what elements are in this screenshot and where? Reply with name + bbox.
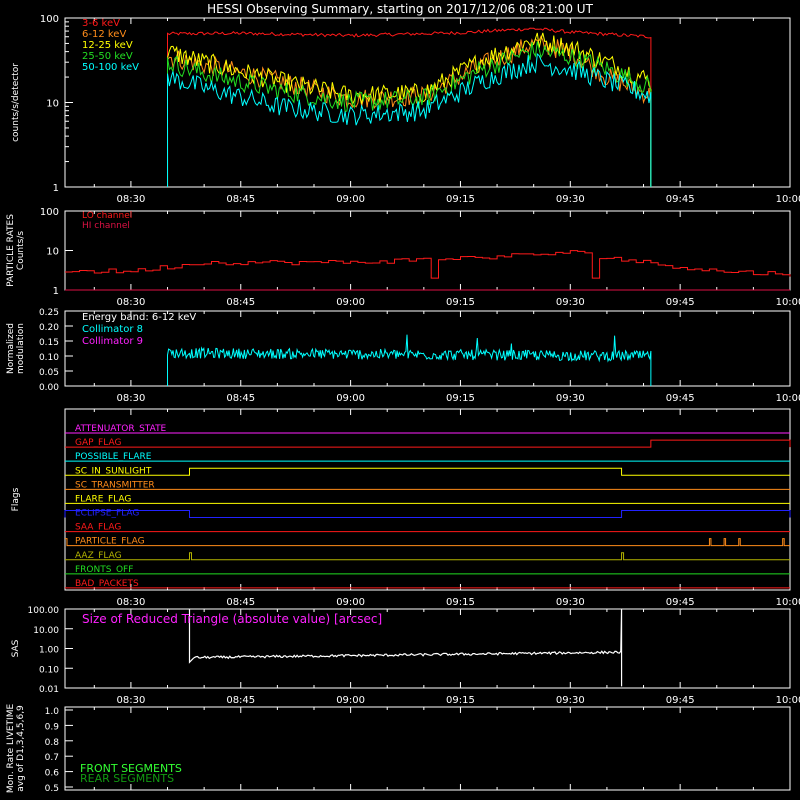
x-tick-label: 08:45 xyxy=(226,597,255,608)
x-tick-label: 09:15 xyxy=(446,695,475,706)
x-tick-label: 10:00 xyxy=(776,597,800,608)
y-tick-label: 0.9 xyxy=(45,722,60,732)
panel-6-y-label: Mon. Rate LIVETIME xyxy=(6,704,16,794)
flag-label: FRONTS_OFF xyxy=(75,565,133,575)
flag-label: POSSIBLE_FLARE xyxy=(75,452,152,462)
flag-label: FLARE_FLAG xyxy=(75,494,131,504)
panel-3-y-label: modulation xyxy=(16,323,26,374)
y-tick-label: 0.5 xyxy=(45,784,59,794)
y-tick-label: 0.00 xyxy=(39,383,59,393)
x-tick-label: 08:45 xyxy=(226,194,255,205)
chart-title: HESSI Observing Summary, starting on 201… xyxy=(207,2,593,16)
y-tick-label: 1.00 xyxy=(39,646,59,656)
x-tick-label: 08:30 xyxy=(116,297,145,308)
y-tick-label: 0.6 xyxy=(45,769,60,779)
flag-label: BAD_PACKETS xyxy=(75,579,139,589)
energy-band-annotation: Energy band: 6-12 keV xyxy=(82,312,196,323)
y-tick-label: 0.25 xyxy=(39,308,59,318)
sas-annotation: Size of Reduced Triangle (absolute value… xyxy=(82,612,382,626)
legend-entry: 25-50 keV xyxy=(82,51,133,62)
y-tick-label: 0.15 xyxy=(39,338,59,348)
panel-1-y-label: counts/s/detector xyxy=(11,63,21,142)
legend-entry: 50-100 keV xyxy=(82,62,139,73)
x-tick-label: 09:30 xyxy=(556,393,585,404)
hessi-summary-chart: HESSI Observing Summary, starting on 201… xyxy=(0,0,800,800)
x-tick-label: 09:30 xyxy=(556,597,585,608)
panel-2-y-label: PARTICLE RATES xyxy=(6,214,16,287)
flag-label: SC_TRANSMITTER xyxy=(75,480,155,490)
x-tick-label: 09:30 xyxy=(556,695,585,706)
legend-entry: 3-6 keV xyxy=(82,18,120,29)
y-tick-label: 0.10 xyxy=(39,353,59,363)
y-tick-label: 0.8 xyxy=(45,738,60,748)
panel-5-y-label: SAS xyxy=(11,639,21,657)
x-tick-label: 08:45 xyxy=(226,695,255,706)
y-tick-label: 10 xyxy=(46,99,59,110)
y-tick-label: 0.10 xyxy=(39,665,59,675)
x-tick-label: 09:30 xyxy=(556,194,585,205)
legend-entry: 6-12 keV xyxy=(82,29,126,40)
x-tick-label: 09:00 xyxy=(336,297,365,308)
flag-label: ECLIPSE_FLAG xyxy=(75,509,139,519)
y-tick-label: 100 xyxy=(40,207,59,218)
flag-label: ATTENUATOR_STATE xyxy=(75,424,167,434)
x-tick-label: 09:00 xyxy=(336,393,365,404)
y-tick-label: 10.00 xyxy=(33,626,59,636)
y-tick-label: 0.05 xyxy=(39,368,59,378)
legend-entry: 12-25 keV xyxy=(82,40,133,51)
x-tick-label: 09:45 xyxy=(666,194,695,205)
x-tick-label: 09:15 xyxy=(446,297,475,308)
y-tick-label: 0.7 xyxy=(45,753,59,763)
legend-entry: LO channel xyxy=(82,211,132,221)
y-tick-label: 0.01 xyxy=(39,685,59,695)
legend-entry: HI channel xyxy=(82,221,130,231)
x-tick-label: 08:30 xyxy=(116,393,145,404)
flag-label: SAA_FLAG xyxy=(75,523,121,533)
y-tick-label: 100 xyxy=(40,14,59,25)
panel-3-y-label: Normalized xyxy=(6,323,16,374)
panel-4-y-label: Flags xyxy=(11,487,21,511)
x-tick-label: 08:30 xyxy=(116,194,145,205)
x-tick-label: 09:00 xyxy=(336,597,365,608)
flag-label: PARTICLE_FLAG xyxy=(75,537,145,547)
x-tick-label: 10:00 xyxy=(776,695,800,706)
flag-label: AAZ_FLAG xyxy=(75,551,122,561)
panel-6-y-label: avg of D1,3,4,5,6,9 xyxy=(16,705,26,792)
legend-entry: Collimator 8 xyxy=(82,324,143,335)
y-tick-label: 10 xyxy=(46,247,59,258)
panel-2-y-label: Counts/s xyxy=(16,231,26,270)
x-tick-label: 09:45 xyxy=(666,297,695,308)
y-tick-label: 0.20 xyxy=(39,323,59,333)
x-tick-label: 09:30 xyxy=(556,297,585,308)
x-tick-label: 09:00 xyxy=(336,695,365,706)
x-tick-label: 08:45 xyxy=(226,297,255,308)
x-tick-label: 10:00 xyxy=(776,194,800,205)
y-tick-label: 1.0 xyxy=(45,707,60,717)
legend-entry: REAR SEGMENTS xyxy=(80,772,174,785)
x-tick-label: 08:45 xyxy=(226,393,255,404)
x-tick-label: 09:45 xyxy=(666,393,695,404)
x-tick-label: 10:00 xyxy=(776,297,800,308)
x-tick-label: 09:00 xyxy=(336,194,365,205)
y-tick-label: 1 xyxy=(53,286,59,297)
x-tick-label: 09:45 xyxy=(666,695,695,706)
x-tick-label: 09:15 xyxy=(446,393,475,404)
x-tick-label: 09:15 xyxy=(446,597,475,608)
legend-entry: Collimator 9 xyxy=(82,336,143,347)
x-tick-label: 08:30 xyxy=(116,695,145,706)
flag-label: GAP_FLAG xyxy=(75,438,121,448)
x-tick-label: 09:15 xyxy=(446,194,475,205)
y-tick-label: 100.00 xyxy=(28,606,60,616)
x-tick-label: 10:00 xyxy=(776,393,800,404)
flag-label: SC_IN_SUNLIGHT xyxy=(75,466,152,476)
x-tick-label: 08:30 xyxy=(116,597,145,608)
x-tick-label: 09:45 xyxy=(666,597,695,608)
y-tick-label: 1 xyxy=(53,183,59,194)
